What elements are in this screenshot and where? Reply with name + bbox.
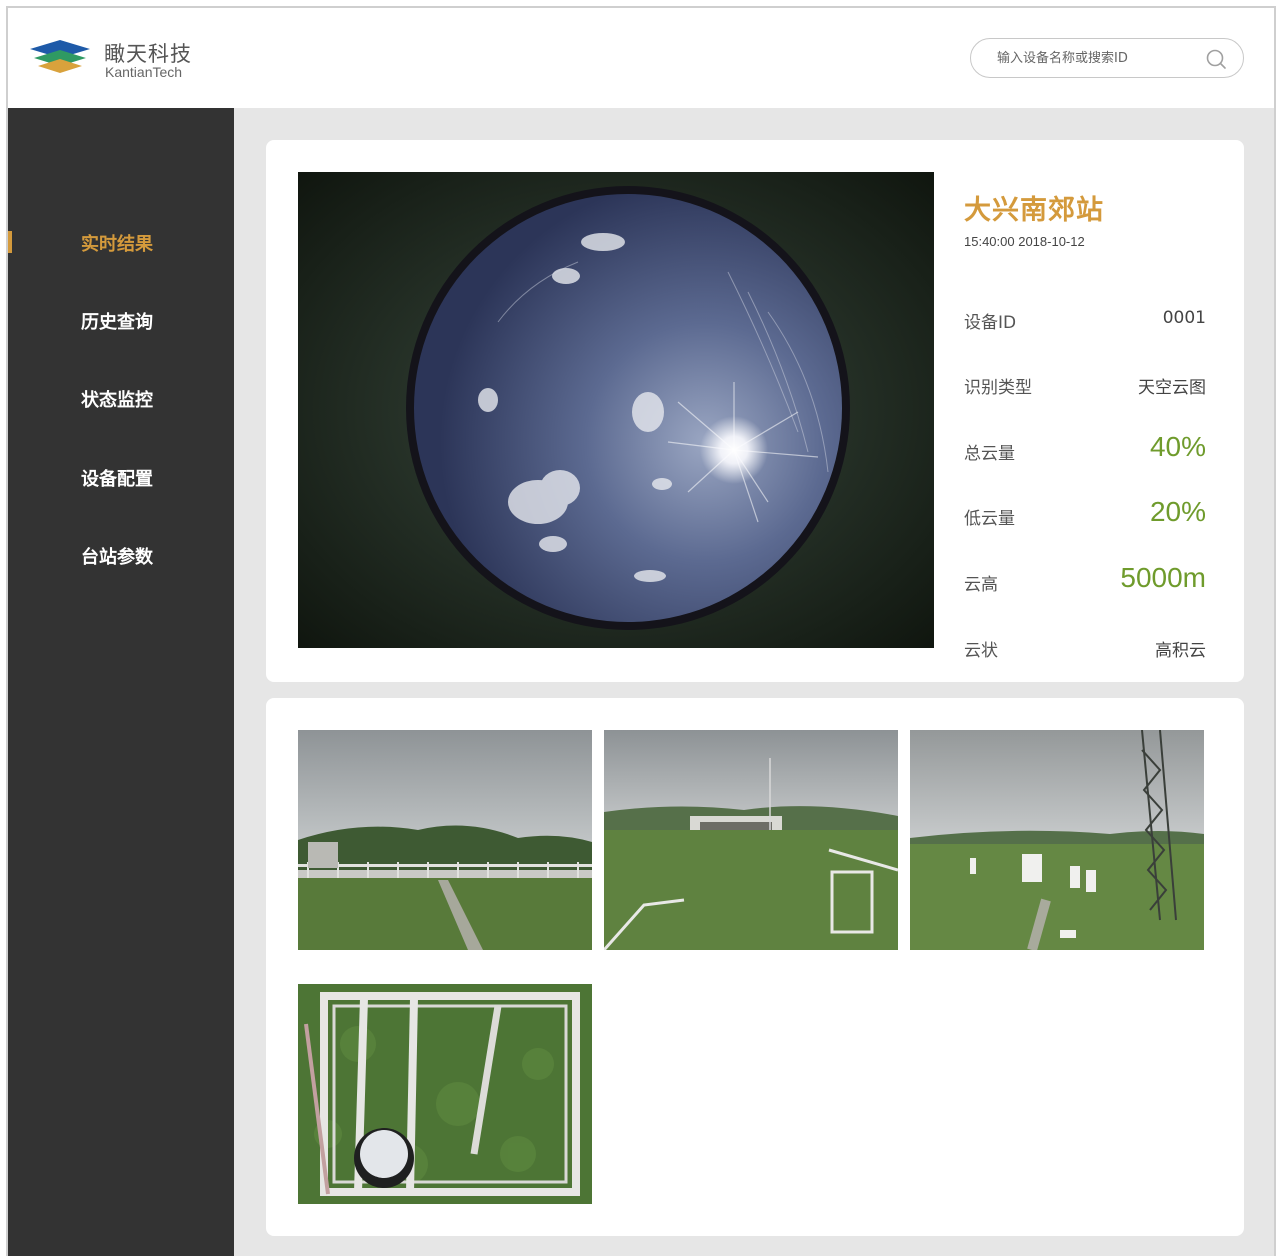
sidebar-item-label: 实时结果 [81, 234, 153, 255]
all-sky-fisheye-image[interactable] [298, 172, 934, 648]
sidebar-item-status[interactable]: 状态监控 [8, 378, 234, 418]
device-id-value: 0001 [1162, 308, 1206, 328]
info-label: 云高 [964, 575, 998, 595]
observation-timestamp: 15:40:00 2018-10-12 [964, 234, 1085, 249]
sidebar-item-label: 设备配置 [81, 469, 153, 490]
info-row-cloud-type: 云状 高积云 [964, 628, 1206, 668]
sidebar-item-label: 台站参数 [81, 547, 153, 568]
kantian-logo-icon [30, 40, 90, 73]
info-row-recognition-type: 识别类型 天空云图 [964, 365, 1206, 405]
search-icon[interactable] [1205, 48, 1227, 70]
camera-photo-1[interactable] [298, 730, 592, 950]
info-label: 设备ID [964, 313, 1017, 333]
recognition-type-value: 天空云图 [1138, 378, 1206, 398]
top-header: 瞰天科技 KantianTech [8, 8, 1274, 108]
low-cloud-value: 20% [1149, 496, 1206, 527]
sidebar: 实时结果 历史查询 状态监控 设备配置 台站参数 [8, 108, 234, 1256]
cloud-height-value: 5000m [1120, 562, 1206, 593]
cloud-type-value: 高积云 [1155, 641, 1206, 661]
sidebar-item-history[interactable]: 历史查询 [8, 300, 234, 340]
active-indicator [8, 231, 12, 253]
info-row-device-id: 设备ID 0001 [964, 300, 1206, 340]
info-label: 总云量 [964, 444, 1015, 464]
station-name: 大兴南郊站 [964, 195, 1104, 226]
sidebar-item-label: 历史查询 [81, 312, 153, 333]
info-row-total-cloud: 总云量 40% [964, 431, 1206, 471]
info-row-low-cloud: 低云量 20% [964, 496, 1206, 536]
search-box[interactable] [970, 38, 1244, 78]
search-input[interactable] [997, 48, 1197, 68]
app-window: 瞰天科技 KantianTech 实时结果 历史查询 状态监控 设备配置 台站参… [6, 6, 1276, 1256]
info-label: 识别类型 [964, 378, 1032, 398]
sidebar-item-station-params[interactable]: 台站参数 [8, 535, 234, 575]
sidebar-item-realtime[interactable]: 实时结果 [8, 222, 234, 262]
camera-photo-4[interactable] [298, 984, 592, 1204]
info-label: 低云量 [964, 509, 1015, 529]
brand-name-en: KantianTech [105, 64, 183, 80]
total-cloud-value: 40% [1149, 431, 1206, 462]
camera-photo-2[interactable] [604, 730, 898, 950]
camera-photos-card [266, 698, 1244, 1236]
camera-photo-3[interactable] [910, 730, 1204, 950]
sidebar-item-device-config[interactable]: 设备配置 [8, 457, 234, 497]
sidebar-item-label: 状态监控 [81, 390, 153, 411]
realtime-result-card: 大兴南郊站 15:40:00 2018-10-12 设备ID 0001 识别类型… [266, 140, 1244, 682]
info-label: 云状 [964, 641, 998, 661]
info-row-cloud-height: 云高 5000m [964, 562, 1206, 602]
